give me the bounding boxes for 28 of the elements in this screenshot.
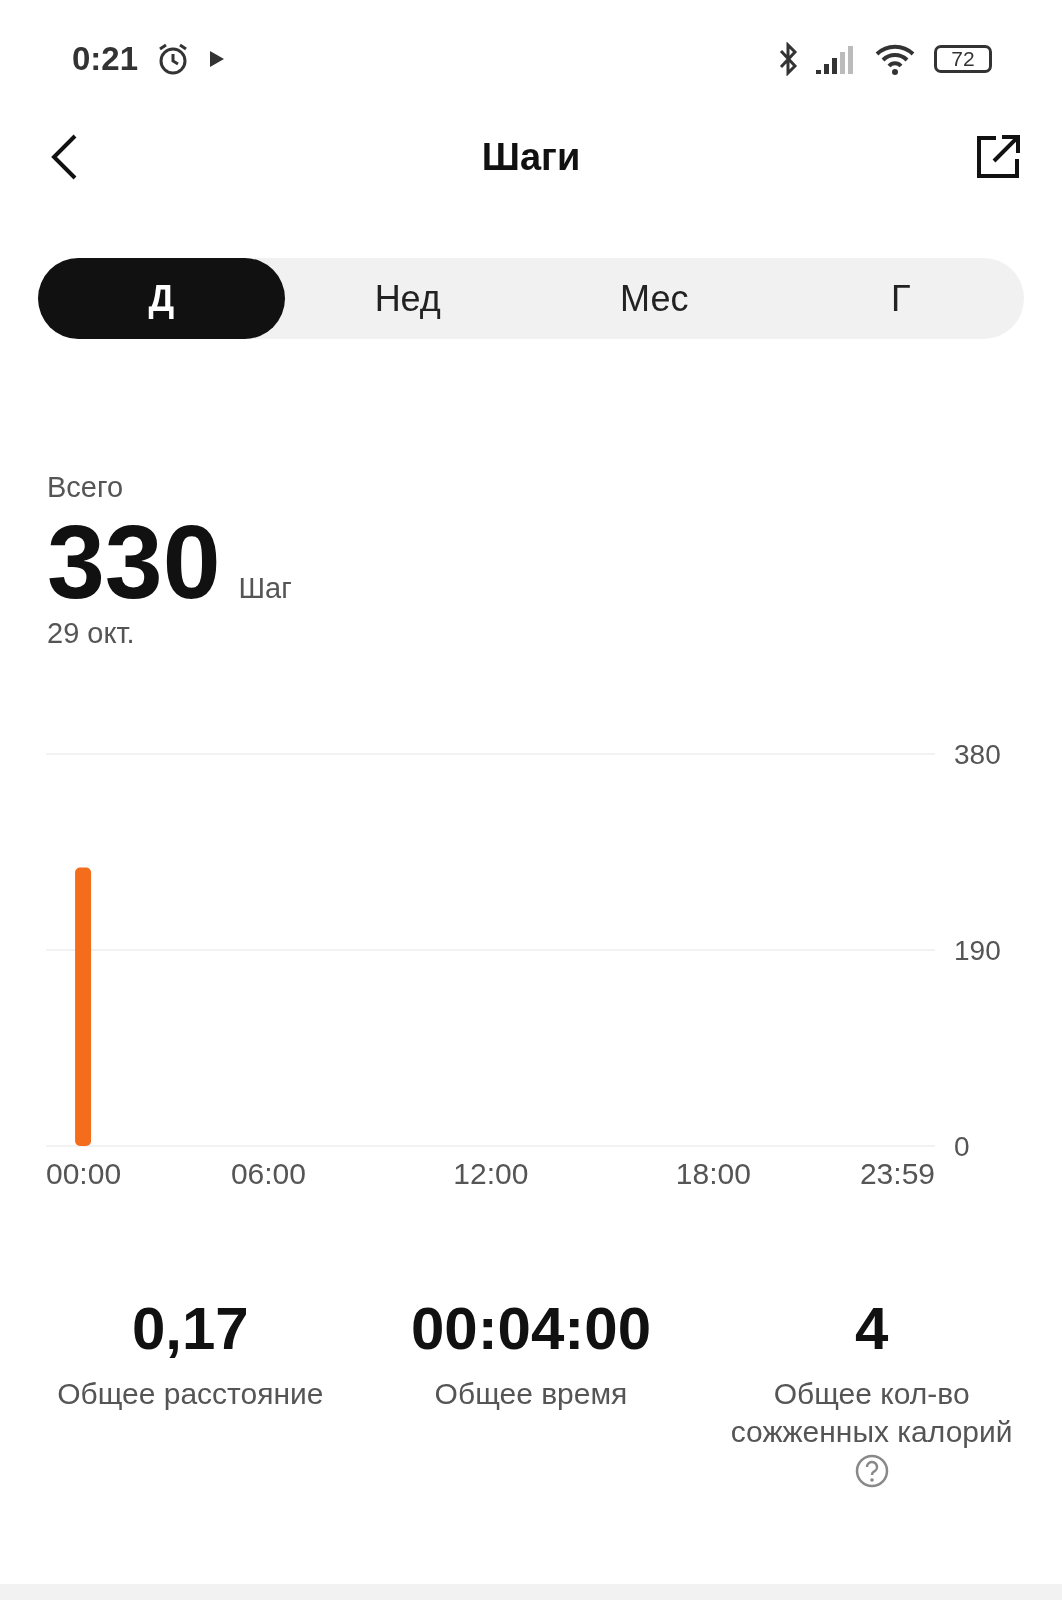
stat-value: 0,17 <box>131 1294 249 1364</box>
axis-label: 18:00 <box>675 1157 751 1185</box>
axis-label: 06:00 <box>230 1157 306 1185</box>
stat-label: Общее расстояние <box>57 1376 324 1413</box>
axis-label: 380 <box>954 739 1001 771</box>
axis-label: 12:00 <box>453 1157 529 1185</box>
period-tab[interactable]: Г <box>777 258 1024 339</box>
date-label: 29 окт. <box>47 617 136 651</box>
axis-label: 190 <box>954 935 1001 967</box>
signal-icon <box>816 44 856 74</box>
axis-label: 00:00 <box>46 1157 122 1185</box>
stat-value: 00:04:00 <box>410 1294 652 1364</box>
stat-value: 4 <box>854 1294 889 1364</box>
bluetooth-icon <box>778 42 798 76</box>
wifi-icon <box>874 42 916 76</box>
period-tab[interactable]: Нед <box>284 258 531 339</box>
total-value: 330 <box>47 508 221 618</box>
page-title: Шаги <box>481 135 581 179</box>
period-tab[interactable]: Мес <box>531 258 778 339</box>
battery-indicator: 72 <box>934 45 992 73</box>
total-label: Всего <box>47 471 125 504</box>
status-time: 0:21 <box>72 40 139 78</box>
axis-label: 0 <box>954 1131 970 1163</box>
unit-label: Шаг <box>238 572 292 605</box>
period-tab[interactable]: Д <box>38 258 285 339</box>
stat-label: Общее время <box>434 1376 628 1413</box>
axis-label: 23:59 <box>859 1157 935 1185</box>
stat-label: Общее кол-во сожженных калорий <box>729 1376 1014 1450</box>
